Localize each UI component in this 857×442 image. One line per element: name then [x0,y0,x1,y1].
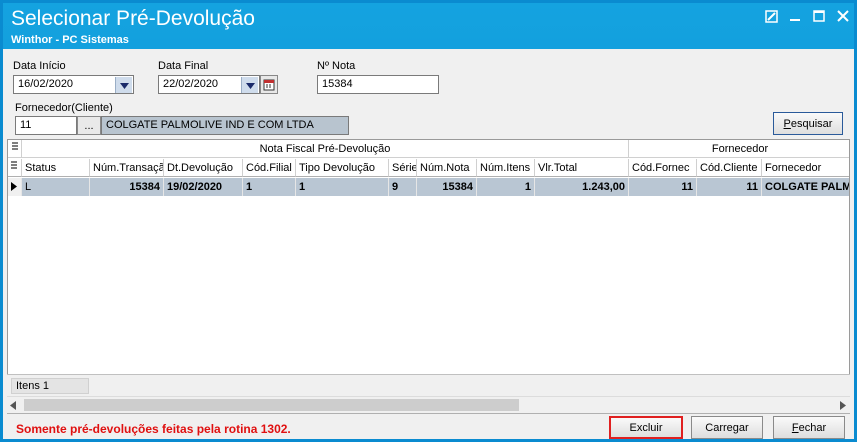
itens-count: Itens 1 [11,378,89,394]
fornecedor-code-field[interactable]: 11 [15,116,77,135]
data-final-value: 22/02/2020 [163,78,219,90]
col-tipo-devolucao[interactable]: Tipo Devolução [296,159,389,177]
divider [7,413,850,414]
chevron-down-icon [119,82,129,89]
fornecedor-code-value: 11 [20,119,32,131]
window-controls [764,9,850,23]
cell-cod-cliente: 11 [697,178,762,196]
carregar-button[interactable]: Carregar [691,416,763,439]
data-inicio-dropdown-button[interactable] [115,77,132,93]
col-cod-cliente[interactable]: Cód.Cliente [697,159,762,177]
form-body: Data Início 16/02/2020 Data Final 22/02/… [3,49,854,439]
col-num-nota[interactable]: Núm.Nota [417,159,477,177]
nota-label: Nº Nota [317,60,356,72]
nota-value: 15384 [322,78,353,90]
scroll-left-icon[interactable] [10,400,16,413]
grid-footer: Itens 1 [7,374,850,397]
cell-serie: 9 [389,178,417,196]
band-fornecedor: Fornecedor [629,140,849,158]
data-inicio-field[interactable]: 16/02/2020 [13,75,134,94]
cell-cod-fornec: 11 [629,178,697,196]
data-final-dropdown-button[interactable] [241,77,258,93]
grid-menu-icon [11,142,18,150]
cell-num-itens: 1 [477,178,535,196]
col-vlr-total[interactable]: Vlr.Total [535,159,629,177]
pesquisar-button[interactable]: Pesquisar [773,112,843,135]
nota-field[interactable]: 15384 [317,75,439,94]
title-bar: Selecionar Pré-Devolução Winthor - PC Si… [3,3,854,49]
maximize-icon[interactable] [812,9,826,23]
carregar-label: Carregar [705,421,749,434]
fechar-label: Fechar [791,421,827,434]
col-dt-devolucao[interactable]: Dt.Devolução [164,159,243,177]
col-cod-fornec[interactable]: Cód.Fornec [629,159,697,177]
cell-dt-devolucao: 19/02/2020 [164,178,243,196]
data-inicio-value: 16/02/2020 [18,78,74,90]
row-indicator [8,178,22,196]
cell-fornecedor: COLGATE PALMOLIVE IND E COM LTDA [765,181,850,193]
window-title: Selecionar Pré-Devolução [11,7,255,30]
window-subtitle: Winthor - PC Sistemas [11,34,129,46]
col-cod-filial[interactable]: Cód.Filial [243,159,296,177]
cell-cod-filial: 1 [243,178,296,196]
col-fornecedor[interactable]: Fornecedor [762,159,849,177]
calendar-button[interactable] [260,75,278,94]
scrollbar-thumb[interactable] [24,399,519,411]
pesquisar-label: Pesquisar [783,117,833,130]
fornecedor-name-value: COLGATE PALMOLIVE IND E COM LTDA [106,119,314,131]
cell-num-transacao: 15384 [90,178,164,196]
app-window: Selecionar Pré-Devolução Winthor - PC Si… [0,0,857,442]
grid-band-indicator [8,140,22,158]
close-icon[interactable] [836,9,850,23]
grid-menu-icon [11,161,17,169]
data-final-label: Data Final [158,60,209,72]
cell-num-nota: 15384 [417,178,477,196]
chevron-down-icon [245,82,255,89]
info-message: Somente pré-devoluções feitas pela rotin… [16,422,291,436]
horizontal-scrollbar[interactable] [7,396,850,413]
cell-tipo-devolucao: 1 [296,178,389,196]
fornecedor-label: Fornecedor(Cliente) [15,102,113,114]
data-inicio-label: Data Início [13,60,66,72]
pre-devolucao-grid: Nota Fiscal Pré-Devolução Fornecedor Sta… [7,139,850,414]
col-serie[interactable]: Série [389,159,417,177]
col-status[interactable]: Status [22,159,90,177]
header-indicator [8,159,22,177]
band-nota-fiscal: Nota Fiscal Pré-Devolução [22,140,629,158]
col-num-itens[interactable]: Núm.Itens [477,159,535,177]
cell-vlr-total: 1.243,00 [535,178,629,196]
restore-icon[interactable] [764,9,778,23]
minimize-icon[interactable] [788,9,802,23]
excluir-button[interactable]: Excluir [609,416,683,439]
current-row-icon [11,182,17,191]
fechar-button[interactable]: Fechar [773,416,845,439]
fornecedor-name-field: COLGATE PALMOLIVE IND E COM LTDA [101,116,349,135]
excluir-label: Excluir [629,421,663,434]
fornecedor-lookup-button[interactable]: ... [77,116,101,135]
cell-status: L [22,178,90,196]
col-num-transacao[interactable]: Núm.Transaçã [90,159,164,177]
calendar-icon [263,79,275,91]
scroll-right-icon[interactable] [840,400,846,413]
table-row[interactable]: L 15384 19/02/2020 1 1 9 15384 1 1.243,0… [8,178,850,196]
data-final-field[interactable]: 22/02/2020 [158,75,260,94]
